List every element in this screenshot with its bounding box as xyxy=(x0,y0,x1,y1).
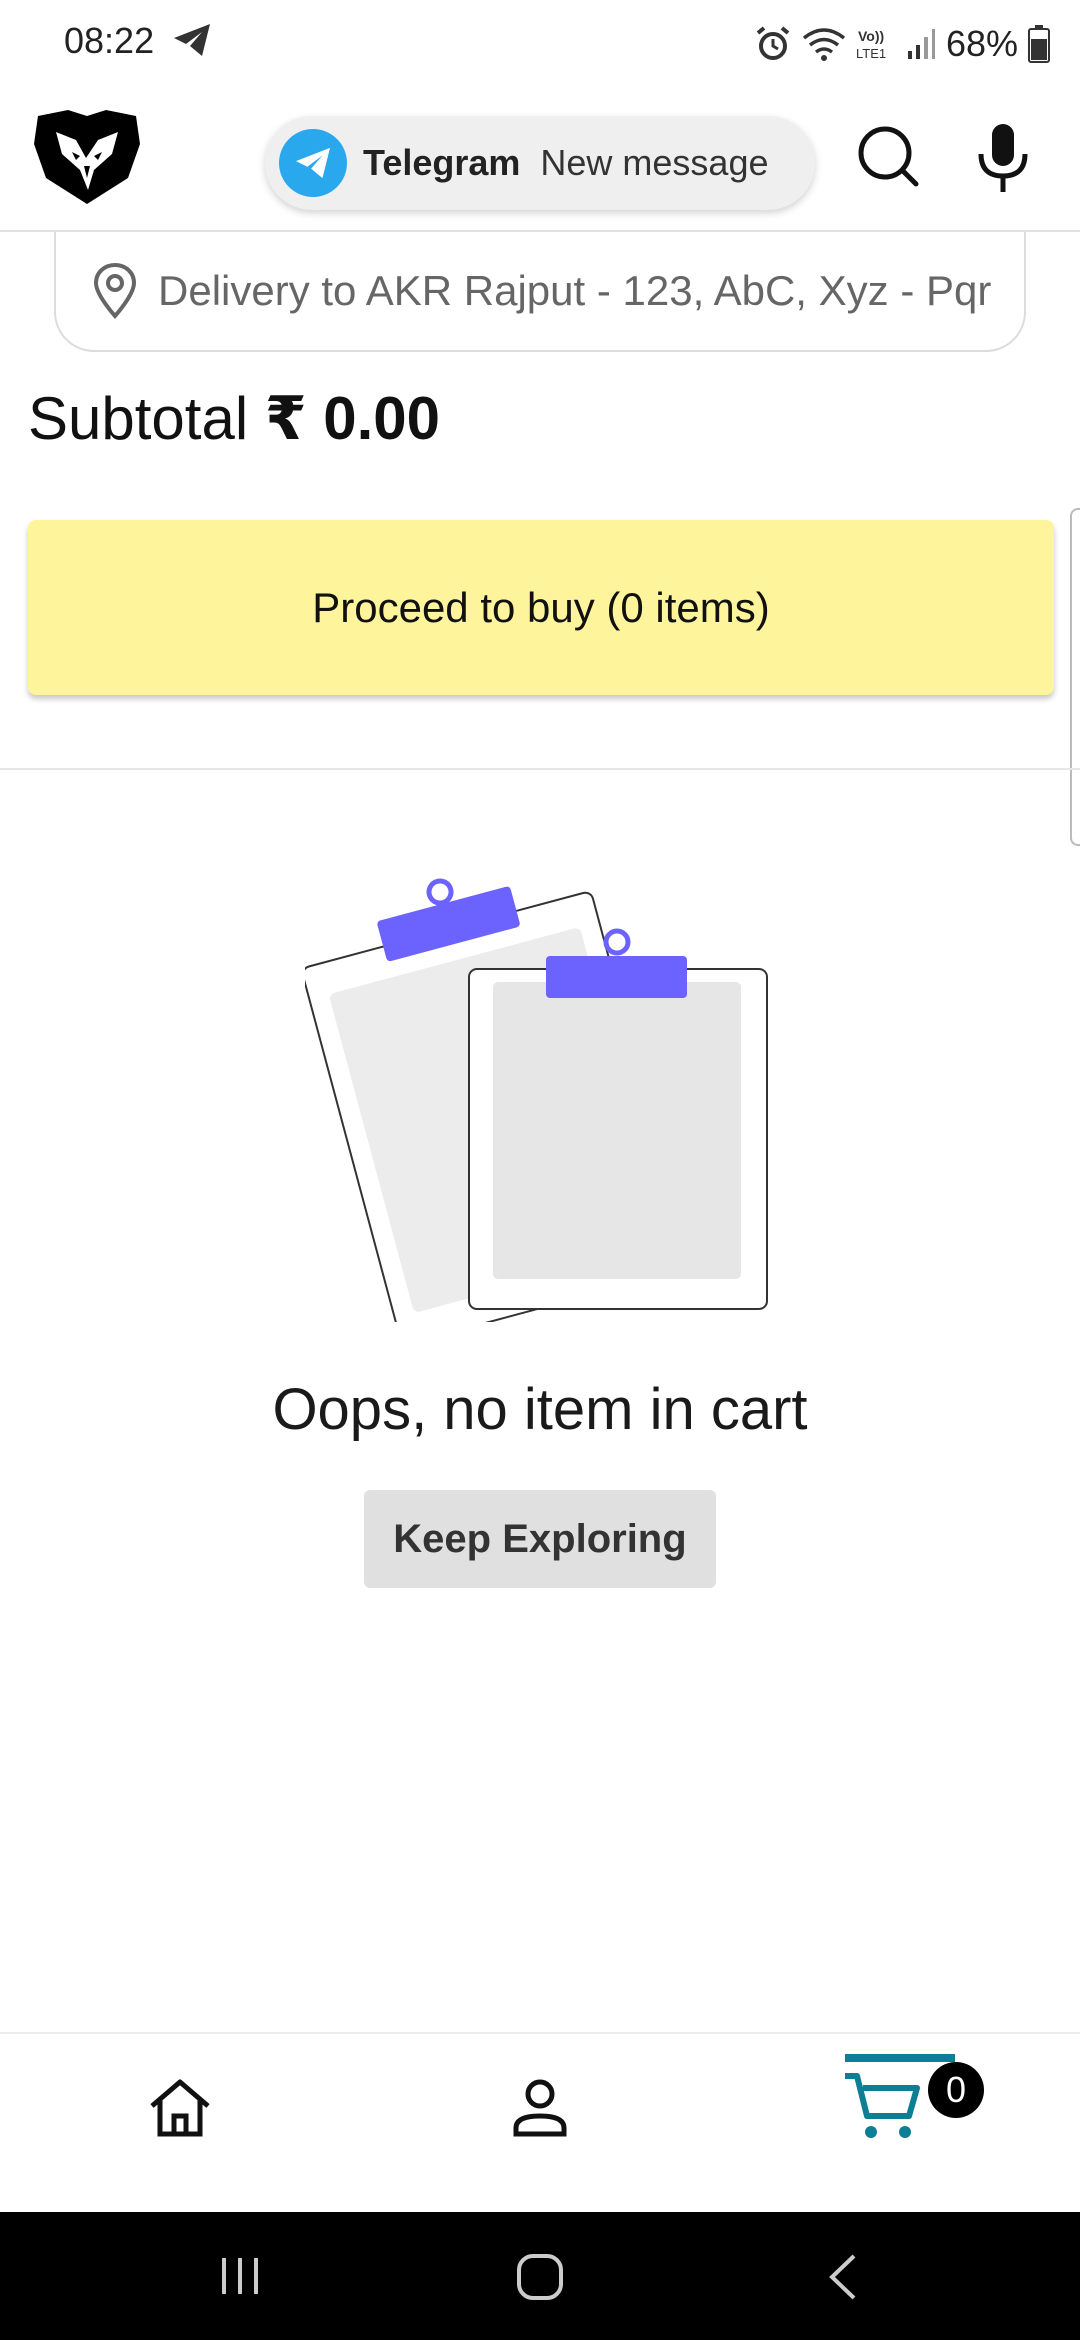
subtotal-label: Subtotal xyxy=(28,385,249,452)
keep-exploring-button[interactable]: Keep Exploring xyxy=(364,1490,716,1588)
delivery-address-text: Delivery to AKR Rajput - 123, AbC, Xyz -… xyxy=(158,267,992,314)
empty-cart-message: Oops, no item in cart xyxy=(272,1377,808,1442)
location-pin-icon xyxy=(93,263,137,319)
divider xyxy=(0,768,1080,770)
alarm-icon xyxy=(756,26,790,60)
cart-count-badge: 0 xyxy=(928,2062,984,2118)
recent-apps-icon[interactable] xyxy=(218,2254,262,2298)
profile-icon[interactable] xyxy=(508,2076,572,2140)
subtotal-currency: ₹ xyxy=(264,385,307,452)
telegram-icon xyxy=(174,24,210,56)
notification-app: Telegram xyxy=(363,142,521,183)
notification-message: New message xyxy=(540,142,769,183)
cart-icon[interactable] xyxy=(843,2070,923,2142)
signal-icon xyxy=(907,29,935,59)
telegram-icon xyxy=(279,129,347,197)
battery-icon xyxy=(1028,25,1050,63)
subtotal: Subtotal ₹ 0.00 xyxy=(28,384,440,454)
svg-text:Vo)): Vo)) xyxy=(858,28,884,44)
telegram-notification[interactable]: Telegram New message xyxy=(265,116,815,210)
wifi-icon xyxy=(802,28,846,61)
status-icons: Vo)) LTE1 68% xyxy=(754,20,1050,68)
volte-icon: Vo)) LTE1 xyxy=(856,28,886,61)
home-icon[interactable] xyxy=(146,2076,214,2140)
subtotal-amount: 0.00 xyxy=(323,385,441,452)
svg-text:LTE1: LTE1 xyxy=(856,46,886,61)
proceed-to-buy-button[interactable]: Proceed to buy (0 items) xyxy=(28,520,1054,695)
active-tab-indicator xyxy=(845,2054,955,2062)
app-header: Telegram New message xyxy=(0,88,1080,232)
search-icon[interactable] xyxy=(856,124,920,188)
scroll-edge-indicator xyxy=(1070,508,1080,846)
delivery-address-bar[interactable]: Delivery to AKR Rajput - 123, AbC, Xyz -… xyxy=(54,232,1026,352)
system-home-icon[interactable] xyxy=(515,2252,565,2302)
bottom-navigation: 0 xyxy=(0,2032,1080,2212)
system-navigation-bar xyxy=(0,2212,1080,2340)
battery-percent: 68% xyxy=(945,23,1018,64)
mic-icon[interactable] xyxy=(975,122,1031,194)
clipboards-illustration xyxy=(305,878,768,1322)
wolf-logo[interactable] xyxy=(28,108,146,206)
back-icon[interactable] xyxy=(826,2252,860,2302)
status-bar: 08:22 Vo)) LTE1 68% xyxy=(0,0,1080,88)
status-time: 08:22 xyxy=(64,20,155,61)
